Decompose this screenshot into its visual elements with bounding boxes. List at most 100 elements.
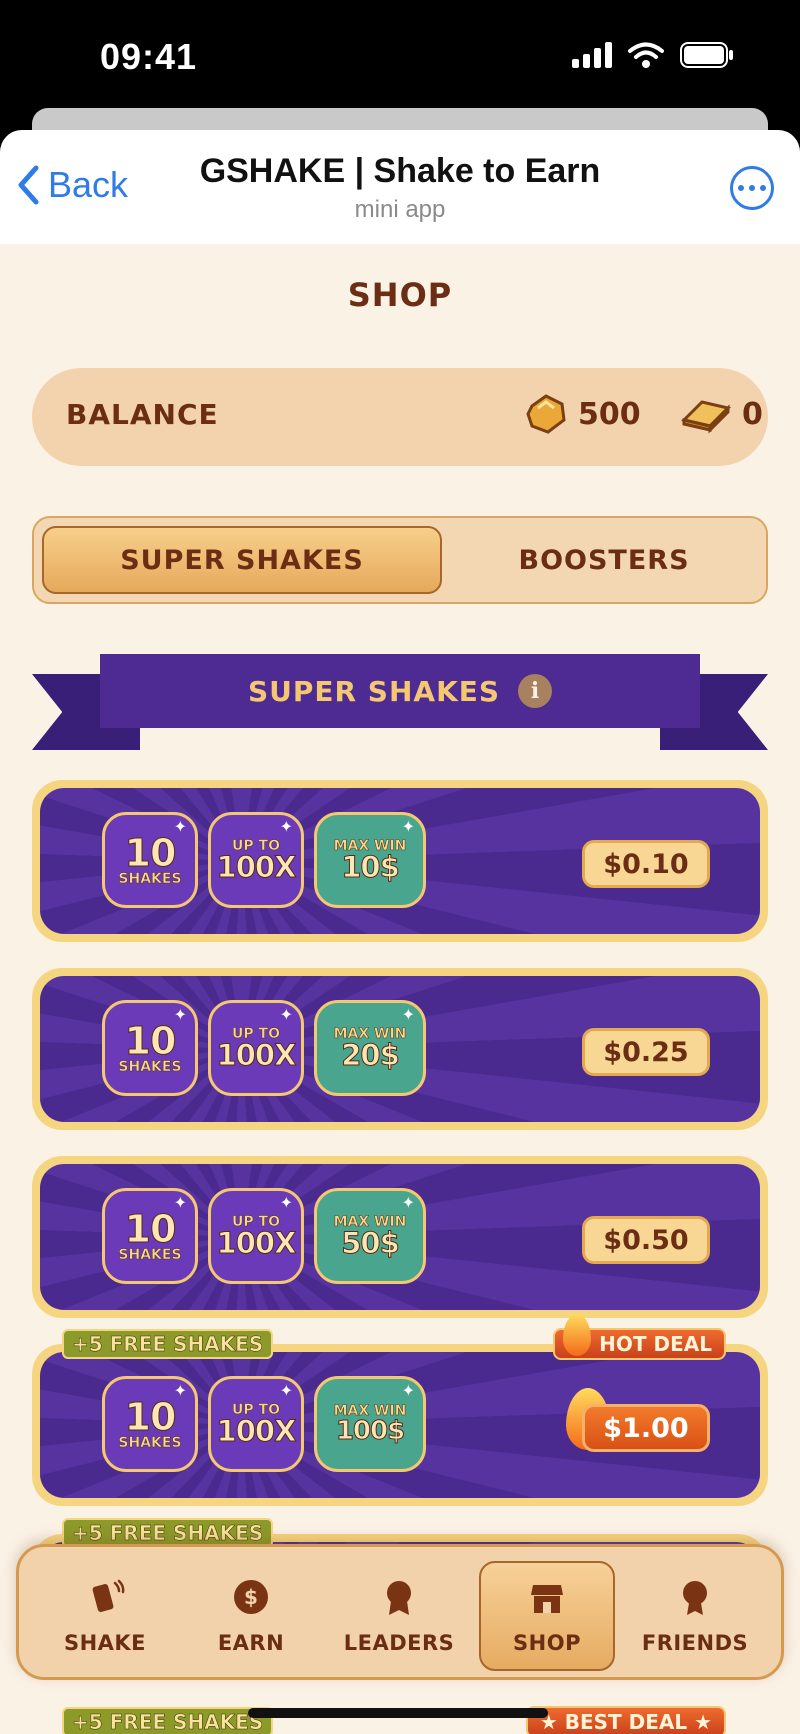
max-win-badge: ✦ MAX WIN 20$ [314,1000,426,1096]
medal-icon [387,1581,411,1615]
wifi-icon [628,42,664,68]
app-subtitle: mini app [354,196,446,223]
flame-icon [563,1314,592,1356]
max-win-badge: ✦ MAX WIN 100$ [314,1376,426,1472]
gold-bar-value: 0 [742,396,763,432]
offer-card[interactable]: ✦ 10 SHAKES ✦ UP TO 100X ✦ MAX WIN 20$ $… [32,968,768,1130]
multiplier-badge: ✦ UP TO 100X [208,1000,304,1096]
shop-tabs: SUPER SHAKES BOOSTERS [32,516,768,604]
price-button[interactable]: $0.50 [582,1216,710,1264]
sparkle-icon: ✦ [173,817,187,836]
page-title: SHOP [347,276,453,314]
shakes-count: 10 [124,1207,177,1251]
balance-label: BALANCE [66,398,219,431]
battery-icon [680,42,733,68]
nav-item-friends[interactable]: FRIENDS [627,1561,763,1671]
gold-balance: 500 [524,392,641,436]
sparkle-icon: ✦ [279,1193,293,1212]
nav-label: LEADERS [343,1631,455,1655]
nav-item-leaders[interactable]: LEADERS [331,1561,467,1671]
shakes-badge: ✦ 10 SHAKES [102,812,198,908]
status-bar: 09:41 [0,0,800,120]
ribbon-badge-icon [683,1581,707,1615]
sparkle-icon: ✦ [173,1005,187,1024]
offer-background: ✦ 10 SHAKES ✦ UP TO 100X ✦ MAX WIN 20$ $… [40,976,760,1122]
offer-card[interactable]: ✦ 10 SHAKES ✦ UP TO 100X ✦ MAX WIN 10$ $… [32,780,768,942]
store-icon [531,1585,563,1613]
max-win-value: 10$ [341,849,401,884]
max-win-badge: ✦ MAX WIN 50$ [314,1188,426,1284]
nav-label: FRIENDS [641,1631,749,1655]
section-banner: SUPER SHAKES i [32,654,768,750]
nav-label: SHOP [513,1631,581,1655]
sparkle-icon: ✦ [401,1381,415,1400]
status-time: 09:41 [100,36,198,77]
signal-icon [572,42,612,68]
phone-shake-icon [92,1579,125,1612]
gold-value: 500 [578,396,641,432]
shakes-label: SHAKES [118,871,182,887]
home-indicator [248,1708,548,1718]
section-title: SUPER SHAKES [247,674,501,708]
free-shakes-tag: +5 FREE SHAKES [62,1707,274,1734]
nav-item-shake[interactable]: SHAKE [37,1561,173,1671]
nav-item-earn[interactable]: $ EARN [183,1561,319,1671]
multiplier-badge: ✦ UP TO 100X [208,1376,304,1472]
balance-panel: BALANCE 500 0 [32,368,768,466]
shakes-badge: ✦ 10 SHAKES [102,1376,198,1472]
tab-super-shakes[interactable]: SUPER SHAKES [42,526,442,594]
multiplier-badge: ✦ UP TO 100X [208,812,304,908]
offer-background: ✦ 10 SHAKES ✦ UP TO 100X ✦ MAX WIN 100$ … [40,1352,760,1498]
price-button[interactable]: $0.10 [582,840,710,888]
best-deal-tag: ★ BEST DEAL ★ [525,1706,726,1734]
shakes-badge: ✦ 10 SHAKES [102,1188,198,1284]
free-shakes-tag: +5 FREE SHAKES [62,1329,274,1359]
telegram-header: Back GSHAKE | Shake to Earn mini app [0,130,800,244]
info-icon[interactable]: i [518,674,553,708]
shop-screen: SHOP BALANCE 500 0 SUPER SHAKES BOOSTERS… [0,244,800,1734]
more-dots-icon [738,185,744,191]
offer-card[interactable]: ✦ 10 SHAKES ✦ UP TO 100X ✦ MAX WIN 50$ $… [32,1156,768,1318]
shakes-label: SHAKES [118,1435,182,1451]
shakes-count: 10 [124,1019,177,1063]
nav-label: EARN [217,1631,285,1655]
dollar-coin-icon: $ [234,1580,268,1614]
multiplier-value: 100X [216,849,297,884]
multiplier-badge: ✦ UP TO 100X [208,1188,304,1284]
price-button[interactable]: $1.00 [582,1404,710,1452]
multiplier-value: 100X [216,1413,297,1448]
sparkle-icon: ✦ [401,1005,415,1024]
svg-text:$: $ [244,1585,258,1609]
shakes-label: SHAKES [118,1247,182,1263]
gold-nugget-icon [526,394,566,434]
offer-background: ✦ 10 SHAKES ✦ UP TO 100X ✦ MAX WIN 10$ $… [40,788,760,934]
multiplier-value: 100X [216,1225,297,1260]
multiplier-value: 100X [216,1037,297,1072]
shakes-label: SHAKES [118,1059,182,1075]
hot-deal-label: HOT DEAL [599,1332,712,1356]
tab-boosters[interactable]: BOOSTERS [444,526,764,594]
sparkle-icon: ✦ [279,1005,293,1024]
sparkle-icon: ✦ [401,1193,415,1212]
bottom-nav: SHAKE $ EARN LEADERS SHOP FRIENDS [16,1544,784,1680]
hot-deal-tag: HOT DEAL [553,1314,726,1360]
price-button[interactable]: $0.25 [582,1028,710,1076]
sparkle-icon: ✦ [173,1193,187,1212]
shakes-badge: ✦ 10 SHAKES [102,1000,198,1096]
ribbon-body: SUPER SHAKES i [100,654,700,728]
max-win-value: 50$ [341,1225,401,1260]
offer-card[interactable]: ✦ 10 SHAKES ✦ UP TO 100X ✦ MAX WIN 100$ … [32,1344,768,1506]
gold-bar-icon [681,400,731,434]
app-title: GSHAKE | Shake to Earn [199,152,601,190]
max-win-badge: ✦ MAX WIN 10$ [314,812,426,908]
status-icons [572,42,734,68]
gold-bar-balance: 0 [680,394,763,434]
sparkle-icon: ✦ [279,817,293,836]
shakes-count: 10 [124,831,177,875]
max-win-value: 20$ [341,1037,401,1072]
sparkle-icon: ✦ [279,1381,293,1400]
shakes-count: 10 [124,1395,177,1439]
max-win-value: 100$ [335,1416,405,1446]
more-options-button[interactable] [730,166,774,210]
nav-item-shop[interactable]: SHOP [479,1561,615,1671]
